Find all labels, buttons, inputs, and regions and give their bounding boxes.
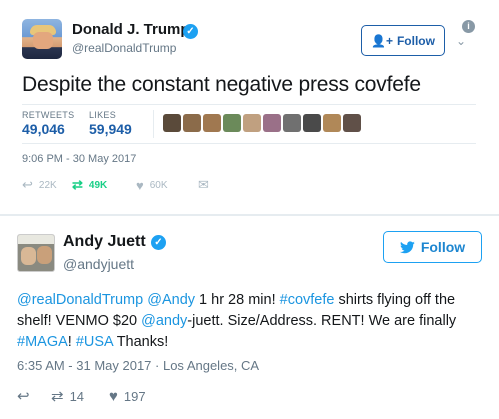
avatar[interactable]	[17, 234, 55, 272]
author-handle[interactable]: @andyjuett	[63, 256, 134, 272]
follow-button-label: Follow	[396, 33, 435, 48]
author-name[interactable]: Andy Juett	[63, 233, 146, 251]
mention-link[interactable]: @andy	[141, 313, 187, 329]
retweet-icon: ⇄	[51, 388, 64, 405]
timestamp[interactable]: 9:06 PM - 30 May 2017	[22, 153, 136, 165]
verified-badge-icon: ✓	[183, 24, 198, 39]
hashtag-link[interactable]: #USA	[76, 334, 113, 350]
likes-count[interactable]: 59,949	[89, 121, 132, 137]
heart-icon: ♥	[109, 387, 118, 405]
liker-avatar[interactable]	[243, 114, 261, 132]
add-user-icon: 👤+	[371, 33, 393, 48]
like-button[interactable]: ♥ 197	[109, 388, 146, 405]
author-name[interactable]: Donald J. Trump	[72, 21, 190, 38]
liker-avatar[interactable]	[323, 114, 341, 132]
divider	[22, 143, 476, 144]
retweets-count[interactable]: 49,046	[22, 121, 65, 137]
twitter-bird-icon	[399, 240, 415, 253]
reply-count: 22K	[38, 179, 57, 191]
reply-icon: ↩	[22, 177, 33, 192]
chevron-down-icon[interactable]: ⌄	[456, 34, 466, 48]
divider	[153, 110, 154, 138]
info-icon[interactable]: i	[462, 20, 475, 33]
liker-avatar[interactable]	[223, 114, 241, 132]
divider	[22, 104, 476, 105]
liker-avatar[interactable]	[303, 114, 321, 132]
retweet-count: 14	[69, 388, 85, 404]
tweet-actions: ↩ 22K ⇄ 49K ♥ 60K ✉	[22, 177, 209, 193]
tweet-text-segment: !	[67, 334, 76, 350]
likes-label: LIKES	[89, 110, 117, 120]
tweet-text-segment: 1 hr 28 min!	[195, 292, 280, 308]
tweet-text-segment: Thanks!	[112, 334, 169, 350]
follow-button[interactable]: 👤+ Follow	[361, 25, 445, 56]
retweet-icon: ⇄	[72, 177, 83, 192]
liker-avatar[interactable]	[163, 114, 181, 132]
hashtag-link[interactable]: #covfefe	[280, 292, 335, 308]
tweet-text-segment: -juett. Size/Address. RENT! We are final…	[187, 313, 457, 329]
retweet-count: 49K	[88, 179, 108, 191]
reply-icon: ↩	[17, 388, 30, 405]
mention-link[interactable]: @Andy	[147, 292, 195, 308]
tweet-text: Despite the constant negative press covf…	[22, 73, 421, 96]
tweet-juett: Andy Juett ✓ @andyjuett Follow @realDona…	[0, 216, 499, 419]
tweet-trump: Donald J. Trump ✓ @realDonaldTrump 👤+ Fo…	[0, 0, 499, 214]
author-handle[interactable]: @realDonaldTrump	[72, 41, 176, 55]
like-count: 60K	[149, 179, 168, 191]
reply-button[interactable]: ↩	[17, 387, 51, 405]
mention-link[interactable]: @realDonaldTrump	[17, 292, 143, 308]
timestamp[interactable]: 6:35 AM - 31 May 2017 · Los Angeles, CA	[17, 358, 259, 373]
tweet-text: @realDonaldTrump @Andy 1 hr 28 min! #cov…	[17, 290, 487, 353]
liker-avatar[interactable]	[263, 114, 281, 132]
liker-avatar[interactable]	[343, 114, 361, 132]
liker-avatar[interactable]	[203, 114, 221, 132]
liker-avatar[interactable]	[283, 114, 301, 132]
retweets-label: RETWEETS	[22, 110, 75, 120]
like-count: 197	[123, 388, 146, 404]
retweet-button[interactable]: ⇄ 14	[51, 387, 109, 405]
heart-icon: ♥	[136, 177, 144, 193]
message-button[interactable]: ✉	[198, 177, 209, 193]
direct-message-icon: ✉	[198, 177, 209, 192]
follow-button-label: Follow	[420, 239, 466, 255]
hashtag-link[interactable]: #MAGA	[17, 334, 68, 350]
avatar[interactable]	[22, 19, 62, 59]
like-button[interactable]: ♥ 60K	[136, 178, 198, 193]
retweet-button[interactable]: ⇄ 49K	[72, 177, 136, 193]
reply-button[interactable]: ↩ 22K	[22, 177, 72, 193]
follow-button[interactable]: Follow	[383, 231, 482, 263]
tweet-actions: ↩ ⇄ 14 ♥ 197	[17, 387, 146, 406]
liker-avatar[interactable]	[183, 114, 201, 132]
verified-badge-icon: ✓	[151, 235, 166, 250]
liker-avatars	[163, 114, 361, 132]
